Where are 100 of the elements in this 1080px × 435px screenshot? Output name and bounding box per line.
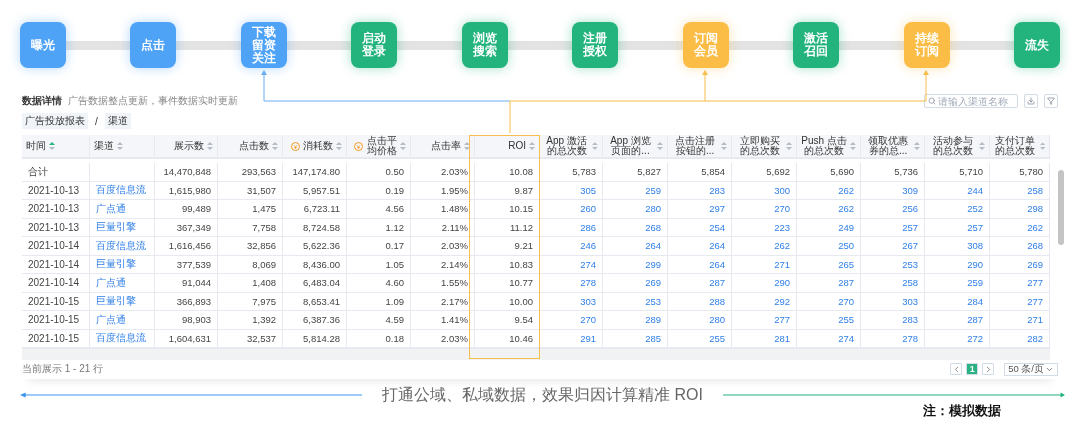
cell-link[interactable]: 256 [902,203,918,215]
cell-link[interactable]: 265 [838,258,854,270]
page-button[interactable]: 1 [966,363,979,375]
scrollbar-thumb[interactable] [1058,170,1064,245]
cell-link[interactable]: 278 [580,277,596,289]
cell-link[interactable]: 广点通 [96,201,126,216]
sort-icon[interactable] [529,141,535,151]
cell-link[interactable]: 291 [580,332,596,344]
cell-link[interactable]: 262 [1027,221,1043,233]
sort-icon[interactable] [786,141,792,151]
cell-link[interactable]: 百度信息流 [96,183,146,198]
cell-link[interactable]: 287 [709,277,725,289]
cell-link[interactable]: 272 [967,332,983,344]
cell-link[interactable]: 271 [774,258,790,270]
prev-page-button[interactable] [950,363,963,375]
column-header[interactable]: 时间 [22,135,90,159]
cell-link[interactable]: 253 [902,258,918,270]
column-header[interactable]: 展示数 [155,135,218,159]
sort-icon[interactable] [979,141,985,151]
cell-link[interactable]: 264 [709,240,725,252]
column-header[interactable]: 点击注册按钮的... [668,135,732,159]
cell-link[interactable]: 巨量引擎 [96,294,136,309]
sort-icon[interactable] [207,141,213,151]
cell-link[interactable]: 283 [902,314,918,326]
cell-link[interactable]: 巨量引擎 [96,220,136,235]
column-header[interactable]: 领取优惠券的总... [861,135,925,159]
cell-link[interactable]: 广点通 [96,312,126,327]
cell-link[interactable]: 288 [709,295,725,307]
cell-link[interactable]: 287 [838,277,854,289]
cell-link[interactable]: 262 [774,240,790,252]
sort-icon[interactable] [721,141,727,151]
cell-link[interactable]: 262 [838,203,854,215]
cell-link[interactable]: 271 [1027,314,1043,326]
search-field[interactable]: 请输入渠道名称 [924,94,1018,108]
sort-icon[interactable] [657,141,663,151]
cell-link[interactable]: 284 [967,295,983,307]
cell-link[interactable]: 278 [902,332,918,344]
cell-link[interactable]: 258 [902,277,918,289]
column-header[interactable]: 支付订单的总次数 [990,135,1050,159]
breadcrumb-item[interactable]: 渠道 [104,113,131,129]
cell-link[interactable]: 267 [902,240,918,252]
cell-link[interactable]: 252 [967,203,983,215]
cell-link[interactable]: 283 [709,184,725,196]
sort-icon[interactable] [336,141,342,151]
cell-link[interactable]: 244 [967,184,983,196]
breadcrumb-item[interactable]: 广告投放报表 [22,113,88,129]
sort-icon[interactable] [400,141,406,151]
cell-link[interactable]: 百度信息流 [96,238,146,253]
cell-link[interactable]: 274 [838,332,854,344]
sort-icon[interactable] [850,141,856,151]
cell-link[interactable]: 300 [774,184,790,196]
cell-link[interactable]: 260 [580,203,596,215]
cell-link[interactable]: 246 [580,240,596,252]
cell-link[interactable]: 289 [645,314,661,326]
column-header[interactable]: 点击率 [411,135,475,159]
cell-link[interactable]: 274 [580,258,596,270]
cell-link[interactable]: 264 [645,240,661,252]
column-header[interactable]: 点击平均价格 [347,135,411,159]
column-header[interactable]: Push 点击的总次数 [797,135,861,159]
cell-link[interactable]: 270 [580,314,596,326]
cell-link[interactable]: 277 [1027,295,1043,307]
cell-link[interactable]: 268 [1027,240,1043,252]
sort-icon[interactable] [464,141,470,151]
sort-icon[interactable] [1039,141,1045,151]
cell-link[interactable]: 255 [838,314,854,326]
cell-link[interactable]: 270 [838,295,854,307]
cell-link[interactable]: 巨量引擎 [96,257,136,272]
download-button[interactable] [1024,94,1038,108]
cell-link[interactable]: 298 [1027,203,1043,215]
column-header[interactable]: App 浏览页面的... [603,135,668,159]
cell-link[interactable]: 250 [838,240,854,252]
sort-icon[interactable] [592,141,598,151]
next-page-button[interactable] [982,363,995,375]
cell-link[interactable]: 223 [774,221,790,233]
cell-link[interactable]: 280 [645,203,661,215]
sort-icon[interactable] [914,141,920,151]
column-header[interactable]: App 激活的总次数 [540,135,603,159]
column-header[interactable]: 消耗数 [283,135,347,159]
filter-button[interactable] [1044,94,1058,108]
cell-link[interactable]: 287 [967,314,983,326]
cell-link[interactable]: 290 [967,258,983,270]
cell-link[interactable]: 303 [580,295,596,307]
cell-link[interactable]: 286 [580,221,596,233]
cell-link[interactable]: 281 [774,332,790,344]
cell-link[interactable]: 258 [1027,184,1043,196]
cell-link[interactable]: 广点通 [96,275,126,290]
cell-link[interactable]: 290 [774,277,790,289]
sort-icon[interactable] [272,141,278,151]
column-header[interactable]: 渠道 [90,135,155,159]
cell-link[interactable]: 308 [967,240,983,252]
cell-link[interactable]: 285 [645,332,661,344]
cell-link[interactable]: 277 [774,314,790,326]
cell-link[interactable]: 262 [838,184,854,196]
cell-link[interactable]: 269 [645,277,661,289]
cell-link[interactable]: 280 [709,314,725,326]
column-header[interactable]: 活动参与的总次数 [925,135,990,159]
cell-link[interactable]: 259 [645,184,661,196]
cell-link[interactable]: 292 [774,295,790,307]
cell-link[interactable]: 305 [580,184,596,196]
cell-link[interactable]: 264 [709,258,725,270]
